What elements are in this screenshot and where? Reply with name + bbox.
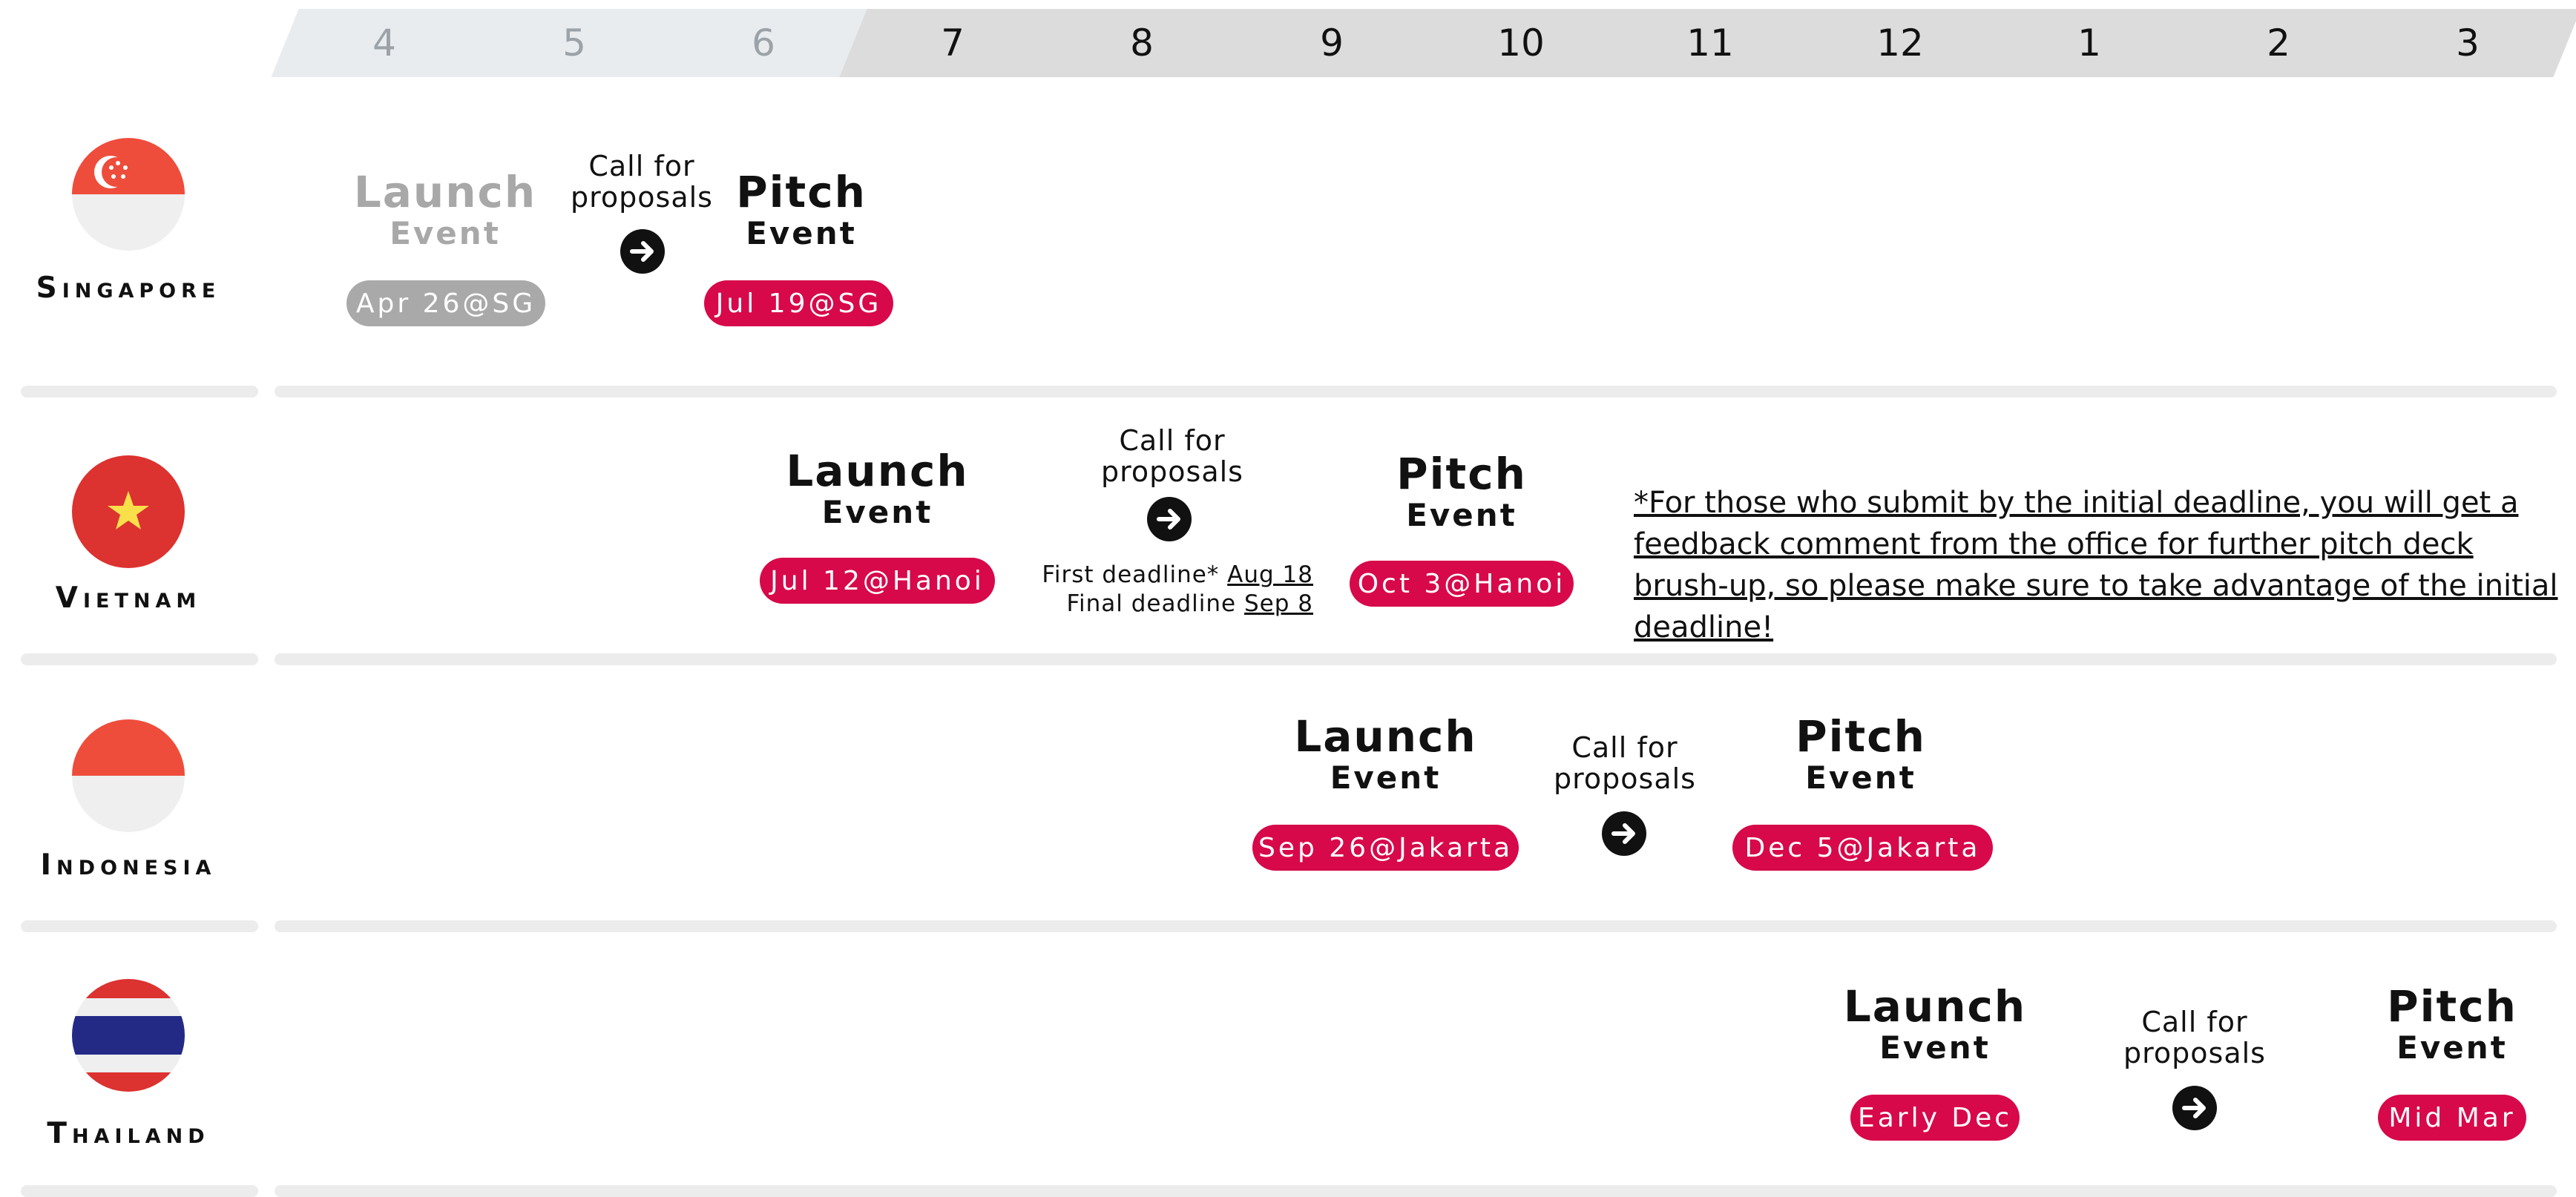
indonesia-pitch-event: Pitch Event bbox=[1757, 713, 1965, 795]
month-label: 11 bbox=[1686, 22, 1734, 65]
arrow-right-icon bbox=[2172, 1086, 2217, 1130]
final-deadline-label: Final deadline bbox=[1066, 590, 1237, 617]
thailand-launch-event: Launch Event bbox=[1831, 983, 2039, 1065]
vietnam-flag-icon bbox=[72, 455, 185, 568]
first-deadline-row: First deadline* Aug 18 bbox=[1016, 561, 1313, 590]
month-10: 10 bbox=[1422, 9, 1620, 77]
singapore-call-for-proposals: Call for proposals bbox=[564, 151, 720, 214]
final-deadline-date: Sep 8 bbox=[1243, 590, 1313, 617]
thailand-flag-icon bbox=[72, 979, 185, 1092]
month-3: 3 bbox=[2368, 9, 2567, 77]
month-1: 1 bbox=[1990, 9, 2189, 77]
first-deadline-label: First deadline* bbox=[1042, 561, 1220, 588]
vietnam-deadlines: First deadline* Aug 18 Final deadline Se… bbox=[1016, 561, 1313, 619]
month-label: 4 bbox=[372, 22, 396, 65]
singapore-launch-event: Launch Event bbox=[341, 167, 549, 251]
event-subtitle: Event bbox=[2396, 1029, 2508, 1066]
indonesia-launch-date-badge: Sep 26@Jakarta bbox=[1252, 825, 1519, 871]
month-label: 3 bbox=[2456, 22, 2480, 65]
thailand-call-for-proposals: Call for proposals bbox=[2117, 1006, 2273, 1069]
thailand-pitch-event: Pitch Event bbox=[2356, 983, 2549, 1065]
month-2: 2 bbox=[2179, 9, 2378, 77]
cfp-line2: proposals bbox=[1554, 762, 1696, 795]
cfp-line1: Call for bbox=[2141, 1006, 2248, 1038]
month-7: 7 bbox=[853, 9, 1052, 77]
month-label: 6 bbox=[752, 22, 775, 65]
separator bbox=[21, 920, 258, 932]
month-8: 8 bbox=[1042, 9, 1241, 77]
event-subtitle: Event bbox=[390, 214, 501, 251]
vietnam-pitch-event: Pitch Event bbox=[1358, 449, 1565, 533]
country-name-thailand: Thailand bbox=[47, 1117, 210, 1150]
month-label: 10 bbox=[1497, 22, 1545, 65]
month-label: 1 bbox=[2077, 22, 2101, 65]
separator bbox=[275, 386, 2557, 398]
indonesia-pitch-date-badge: Dec 5@Jakarta bbox=[1732, 825, 1993, 871]
arrow-right-icon bbox=[620, 229, 665, 274]
month-5: 5 bbox=[475, 9, 674, 77]
separator bbox=[21, 1185, 258, 1197]
month-6: 6 bbox=[664, 9, 863, 77]
country-name-vietnam: Vietnam bbox=[55, 581, 202, 615]
event-subtitle: Event bbox=[1330, 759, 1442, 796]
event-title: Launch bbox=[786, 446, 969, 496]
separator bbox=[275, 920, 2557, 932]
vietnam-launch-event: Launch Event bbox=[772, 446, 983, 530]
singapore-flag-icon bbox=[72, 138, 185, 251]
country-name-indonesia: Indonesia bbox=[40, 848, 217, 882]
vietnam-call-for-proposals: Call for proposals bbox=[1094, 424, 1250, 488]
separator bbox=[21, 386, 258, 398]
singapore-pitch-event: Pitch Event bbox=[697, 167, 905, 251]
thailand-launch-date-badge: Early Dec bbox=[1850, 1095, 2020, 1141]
month-label: 8 bbox=[1130, 22, 1154, 65]
event-title: Launch bbox=[1294, 711, 1477, 762]
event-title: Pitch bbox=[1396, 449, 1527, 499]
final-deadline-row: Final deadline Sep 8 bbox=[1016, 590, 1313, 619]
vietnam-deadline-note: *For those who submit by the initial dea… bbox=[1634, 486, 2558, 644]
event-title: Pitch bbox=[1795, 711, 1926, 762]
month-12: 12 bbox=[1801, 9, 2000, 77]
event-subtitle: Event bbox=[1879, 1029, 1991, 1066]
month-11: 11 bbox=[1611, 9, 1810, 77]
vietnam-pitch-date-badge: Oct 3@Hanoi bbox=[1350, 561, 1574, 607]
cfp-line1: Call for bbox=[588, 150, 695, 182]
arrow-right-icon bbox=[1602, 811, 1646, 856]
event-subtitle: Event bbox=[821, 493, 933, 530]
month-label: 9 bbox=[1320, 22, 1344, 65]
cfp-line1: Call for bbox=[1119, 424, 1226, 457]
month-label: 5 bbox=[562, 22, 586, 65]
event-title: Pitch bbox=[2387, 981, 2517, 1032]
separator bbox=[21, 653, 258, 665]
singapore-pitch-date-badge: Jul 19@SG bbox=[704, 280, 893, 326]
indonesia-call-for-proposals: Call for proposals bbox=[1547, 731, 1703, 795]
event-title: Pitch bbox=[736, 167, 867, 217]
indonesia-flag-icon bbox=[72, 719, 185, 832]
event-subtitle: Event bbox=[746, 214, 857, 251]
first-deadline-date: Aug 18 bbox=[1227, 561, 1313, 588]
cfp-line2: proposals bbox=[571, 180, 713, 214]
thailand-pitch-date-badge: Mid Mar bbox=[2378, 1095, 2526, 1141]
cfp-line1: Call for bbox=[1571, 731, 1678, 764]
singapore-launch-date-badge: Apr 26@SG bbox=[346, 280, 545, 326]
cfp-line2: proposals bbox=[1101, 455, 1243, 488]
country-name-singapore: Singapore bbox=[36, 271, 221, 305]
indonesia-launch-event: Launch Event bbox=[1280, 713, 1491, 795]
event-subtitle: Event bbox=[1406, 496, 1517, 533]
month-label: 12 bbox=[1876, 22, 1924, 65]
cfp-line2: proposals bbox=[2123, 1036, 2266, 1069]
separator bbox=[275, 1185, 2557, 1197]
arrow-right-icon bbox=[1147, 497, 1192, 541]
month-label: 2 bbox=[2267, 22, 2290, 65]
event-title: Launch bbox=[1843, 981, 2027, 1032]
vietnam-launch-date-badge: Jul 12@Hanoi bbox=[760, 558, 995, 604]
separator bbox=[275, 653, 2557, 665]
month-label: 7 bbox=[941, 22, 965, 65]
month-4: 4 bbox=[285, 9, 484, 77]
event-title: Launch bbox=[353, 167, 537, 217]
event-subtitle: Event bbox=[1805, 759, 1916, 796]
month-9: 9 bbox=[1232, 9, 1431, 77]
